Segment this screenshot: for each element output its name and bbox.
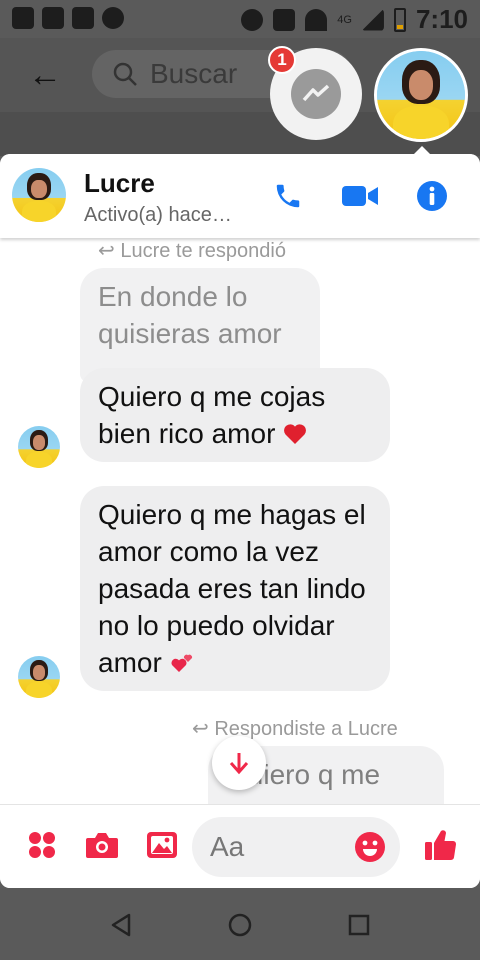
reply-indicator: ↩ Respondiste a Lucre	[192, 718, 398, 740]
wifi-icon	[305, 8, 328, 31]
reply-indicator: ↩ Lucre te respondió	[98, 240, 286, 262]
contact-name[interactable]: Lucre	[84, 168, 155, 199]
camera-button[interactable]	[82, 825, 122, 865]
emoji-icon[interactable]	[354, 831, 386, 863]
messenger-bolt-icon	[302, 84, 330, 102]
chat-header: Lucre Activo(a) hace…	[0, 154, 480, 238]
info-icon	[417, 181, 447, 211]
status-bar: 4G 7:10	[0, 0, 480, 38]
message-list[interactable]: ↩ Lucre te respondió En donde lo quisier…	[0, 238, 480, 804]
contact-status: Activo(a) hace…	[84, 204, 232, 226]
back-triangle-icon	[111, 913, 131, 937]
notification-badge: 1	[268, 46, 296, 74]
home-circle-icon	[228, 913, 252, 937]
info-button[interactable]	[412, 176, 452, 216]
avatar	[377, 51, 465, 139]
battery-icon	[393, 7, 406, 32]
sender-avatar[interactable]	[18, 656, 60, 698]
recents-square-icon	[348, 914, 370, 936]
back-arrow-icon[interactable]: ←	[28, 56, 62, 95]
clock: 7:10	[415, 4, 468, 34]
message-composer: Aa	[0, 804, 480, 888]
contact-avatar[interactable]	[12, 168, 66, 222]
chat-window: Lucre Activo(a) hace… ↩ Lucre te respond…	[0, 154, 480, 888]
like-button[interactable]	[420, 825, 460, 865]
grid-menu-icon	[29, 832, 55, 858]
sender-avatar[interactable]	[18, 426, 60, 468]
vibrate-icon	[273, 8, 296, 31]
play-icon	[12, 7, 34, 29]
warning-icon	[42, 7, 64, 29]
two-hearts-emoji	[171, 654, 192, 672]
message-input[interactable]: Aa	[192, 817, 400, 877]
signal-icon	[361, 8, 384, 31]
incoming-message[interactable]: Quiero q me cojas bien rico amor	[80, 368, 390, 462]
more-actions-button[interactable]	[22, 825, 62, 865]
scroll-to-bottom-button[interactable]	[212, 736, 266, 790]
camera-icon	[86, 833, 118, 858]
video-call-button[interactable]	[340, 176, 380, 216]
messenger-icon	[102, 7, 124, 29]
home-nav-button[interactable]	[223, 908, 257, 942]
data-saver-icon	[241, 8, 264, 31]
reply-note-text: Lucre te respondió	[120, 240, 286, 262]
quoted-message-text: En donde lo quisieras amor	[98, 281, 282, 349]
video-camera-icon	[342, 186, 378, 206]
search-icon	[113, 62, 137, 86]
back-nav-button[interactable]	[104, 908, 138, 942]
red-heart-emoji	[284, 424, 307, 444]
thumbs-up-icon	[425, 830, 457, 861]
image-icon	[72, 7, 94, 29]
arrow-down-icon	[229, 753, 249, 775]
network-type: 4G	[337, 13, 352, 26]
quoted-message[interactable]: En donde lo quisieras amor	[80, 268, 320, 382]
incoming-message[interactable]: Quiero q me hagas el amor como la vez pa…	[80, 486, 390, 691]
system-nav-bar	[0, 888, 480, 960]
message-text: Quiero q me hagas el amor como la vez pa…	[98, 499, 366, 678]
voice-call-button[interactable]	[268, 176, 308, 216]
phone-icon	[276, 184, 300, 208]
gallery-button[interactable]	[142, 825, 182, 865]
contact-chat-head[interactable]	[374, 48, 468, 142]
recents-nav-button[interactable]	[342, 908, 376, 942]
search-placeholder: Buscar	[150, 58, 238, 89]
gallery-icon	[147, 832, 177, 858]
message-placeholder: Aa	[210, 831, 245, 862]
